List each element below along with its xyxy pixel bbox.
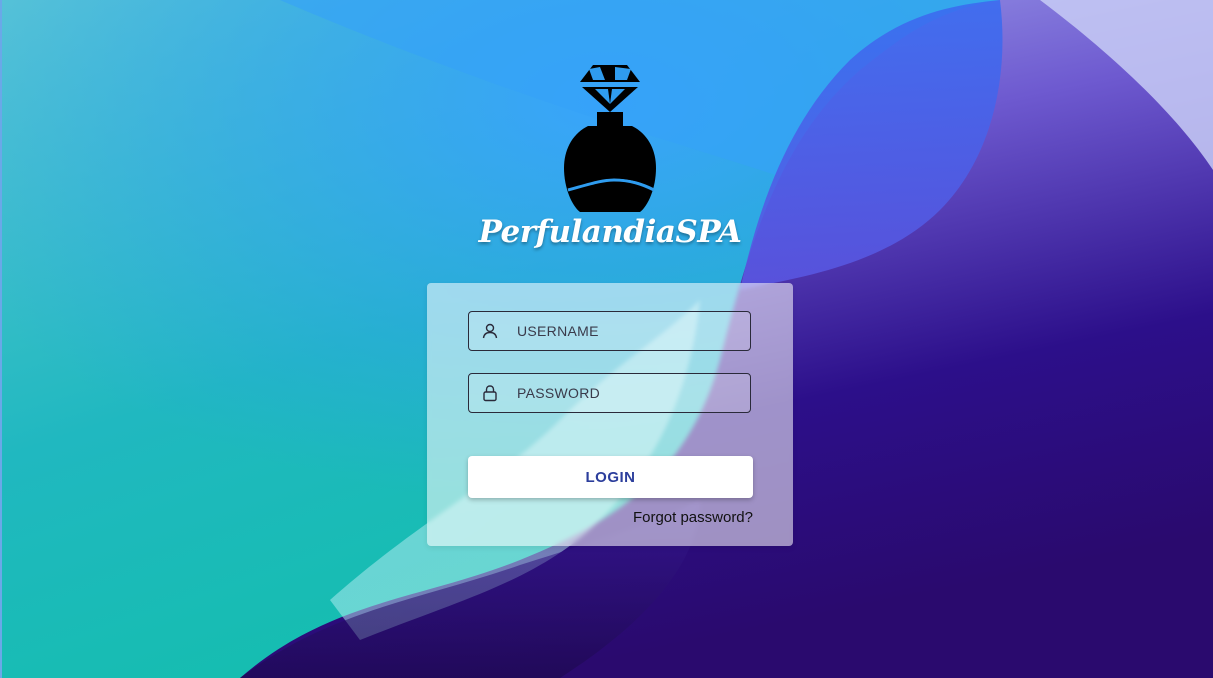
login-button[interactable]: LOGIN (468, 456, 753, 498)
login-page: PerfulandiaSPA LOGIN Forgot password? (0, 0, 1213, 678)
lock-icon (481, 384, 499, 402)
user-icon (481, 322, 499, 340)
password-input[interactable] (517, 374, 750, 412)
brand-name: PerfulandiaSPA (478, 214, 742, 250)
username-field[interactable] (468, 311, 751, 351)
left-edge-line (0, 0, 2, 678)
username-input[interactable] (517, 312, 750, 350)
forgot-password-link[interactable]: Forgot password? (633, 509, 753, 526)
password-field[interactable] (468, 373, 751, 413)
login-card: LOGIN Forgot password? (427, 283, 793, 546)
